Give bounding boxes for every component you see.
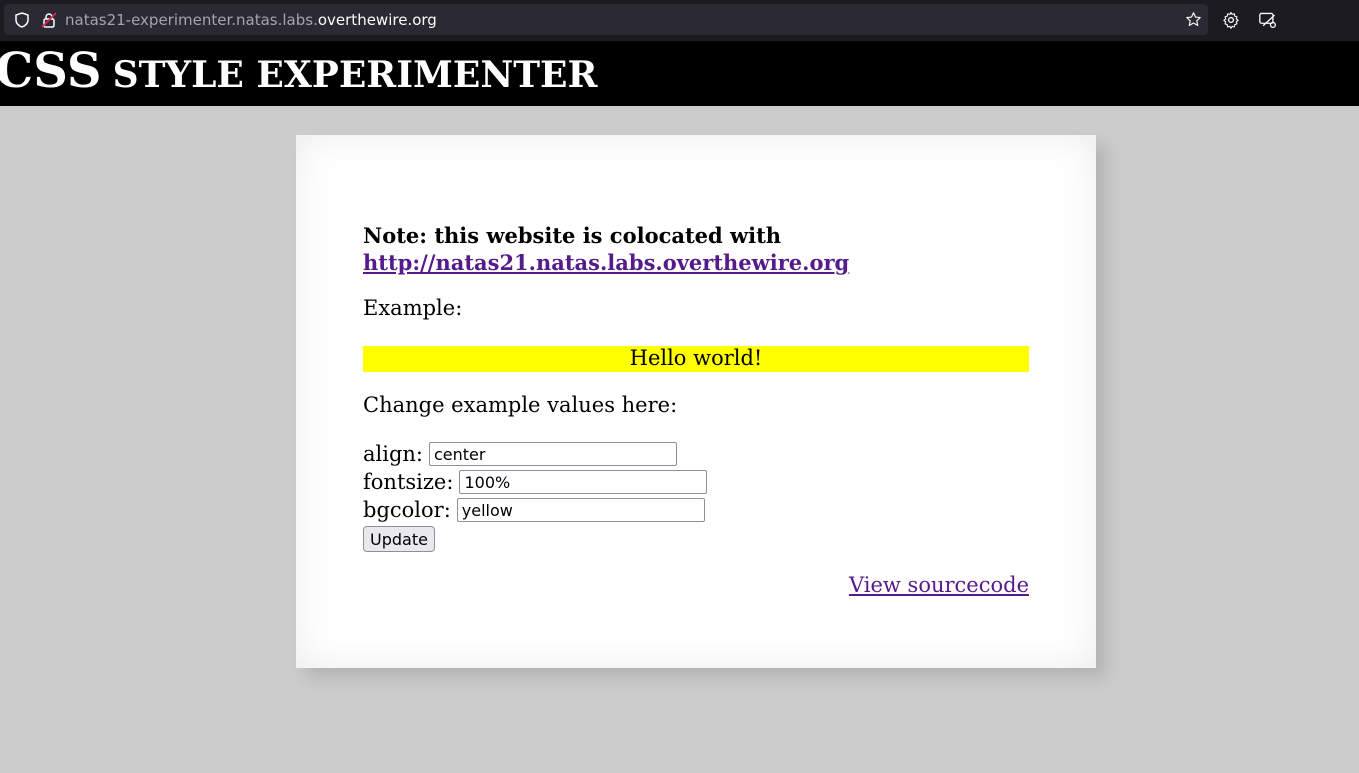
bgcolor-label: bgcolor: (363, 498, 451, 522)
page-title-big: CSS (0, 43, 102, 99)
view-sourcecode-link[interactable]: View sourcecode (849, 573, 1029, 597)
star-icon[interactable] (1185, 11, 1202, 32)
lock-icon[interactable] (41, 12, 57, 32)
fontsize-label: fontsize: (363, 470, 454, 494)
page-title: CSS STYLE EXPERIMENTER (0, 47, 597, 95)
example-label: Example: (363, 296, 463, 320)
style-form: align: fontsize: bgcolor: Update (363, 440, 708, 552)
colocation-note: Note: this website is colocated with htt… (363, 222, 1029, 276)
example-preview: Hello world! (363, 346, 1029, 372)
content-inner: Note: this website is colocated with htt… (363, 222, 1029, 597)
url-text[interactable]: natas21-experimenter.natas.labs.overthew… (65, 11, 437, 29)
natas21-link[interactable]: http://natas21.natas.labs.overthewire.or… (363, 250, 849, 275)
bgcolor-input[interactable] (456, 498, 705, 522)
browser-toolbar: natas21-experimenter.natas.labs.overthew… (0, 0, 1359, 41)
update-button[interactable]: Update (363, 526, 435, 552)
page-header: CSS STYLE EXPERIMENTER (0, 41, 1359, 106)
page-title-small: STYLE EXPERIMENTER (112, 54, 598, 96)
bgcolor-row: bgcolor: (363, 496, 707, 524)
align-input[interactable] (429, 442, 677, 466)
gear-icon[interactable] (1222, 11, 1240, 33)
url-bar[interactable]: natas21-experimenter.natas.labs.overthew… (4, 4, 1208, 35)
content-card: Note: this website is colocated with htt… (296, 135, 1096, 668)
fontsize-row: fontsize: (363, 468, 708, 496)
align-row: align: (363, 440, 707, 468)
fontsize-input[interactable] (459, 470, 708, 494)
extension-icon[interactable] (1258, 11, 1278, 33)
note-text: Note: this website is colocated with (363, 223, 782, 248)
align-label: align: (363, 442, 423, 466)
change-values-label: Change example values here: (363, 393, 678, 417)
shield-icon[interactable] (15, 12, 29, 32)
